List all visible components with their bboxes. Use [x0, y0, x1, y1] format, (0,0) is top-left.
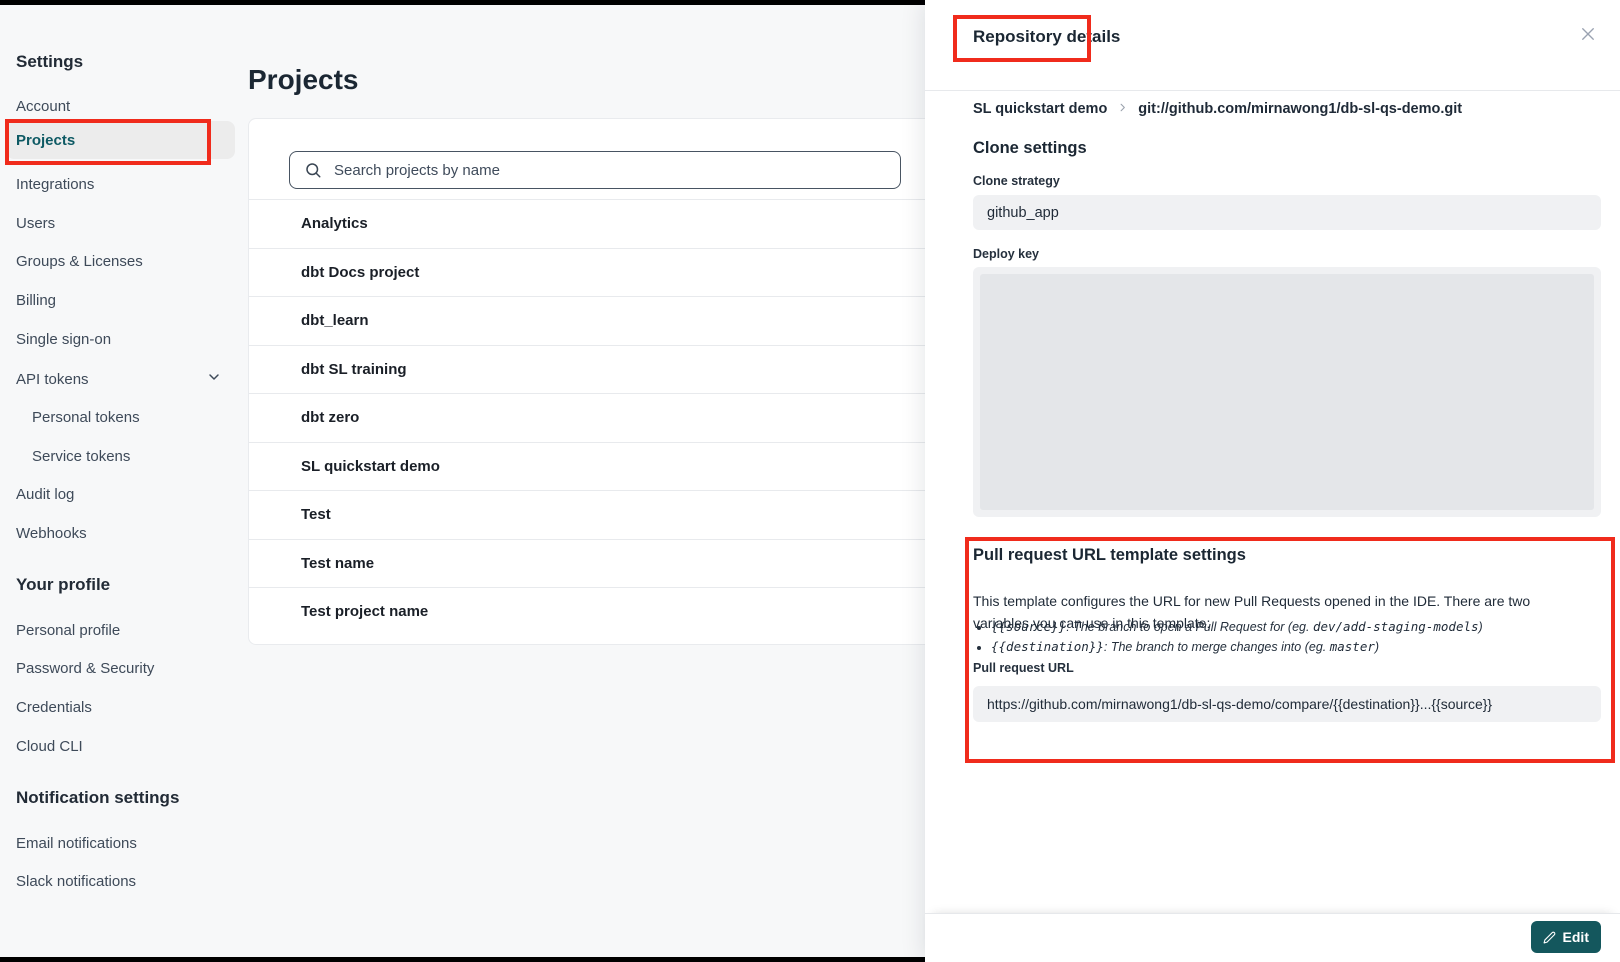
sidebar-item-projects[interactable]: Projects: [6, 121, 235, 159]
list-item-test[interactable]: Test: [249, 490, 939, 539]
pr-template-variables: {{source}}: The branch to open a Pull Re…: [973, 617, 1591, 657]
close-icon: [1579, 25, 1597, 43]
bullet-suffix: ): [1375, 640, 1379, 654]
panel-header-divider: [925, 90, 1620, 91]
list-item-test-project-name[interactable]: Test project name: [249, 587, 939, 636]
project-list: Analytics dbt Docs project dbt_learn dbt…: [249, 199, 939, 636]
edit-button-label: Edit: [1563, 929, 1589, 945]
sidebar-item-email-notifications[interactable]: Email notifications: [16, 835, 137, 852]
sidebar-item-webhooks[interactable]: Webhooks: [16, 525, 87, 542]
pr-template-heading: Pull request URL template settings: [973, 546, 1246, 565]
list-item-sl-quickstart-demo[interactable]: SL quickstart demo: [249, 442, 939, 491]
sidebar-item-api-tokens[interactable]: API tokens: [16, 369, 222, 390]
code-token: {{destination}}: [991, 639, 1104, 654]
panel-title: Repository details: [973, 27, 1120, 47]
sidebar-item-integrations[interactable]: Integrations: [16, 176, 94, 193]
pencil-icon: [1543, 931, 1556, 944]
code-token: {{source}}: [991, 619, 1066, 634]
sidebar-item-account[interactable]: Account: [16, 98, 70, 115]
sidebar-item-cloud-cli[interactable]: Cloud CLI: [16, 738, 83, 755]
sidebar-item-single-sign-on[interactable]: Single sign-on: [16, 331, 111, 348]
panel-footer: Edit: [925, 913, 1620, 962]
sidebar-item-slack-notifications[interactable]: Slack notifications: [16, 873, 136, 890]
pr-bullet-destination: {{destination}}: The branch to merge cha…: [991, 637, 1591, 657]
projects-card: Analytics dbt Docs project dbt_learn dbt…: [248, 118, 940, 645]
deploy-key-redacted-content: [980, 274, 1594, 510]
breadcrumb-project[interactable]: SL quickstart demo: [973, 101, 1107, 117]
sidebar-item-credentials[interactable]: Credentials: [16, 699, 92, 716]
list-item-dbt-zero[interactable]: dbt zero: [249, 393, 939, 442]
edit-button[interactable]: Edit: [1531, 921, 1601, 953]
clone-settings-heading: Clone settings: [973, 139, 1087, 158]
bullet-suffix: ): [1479, 620, 1483, 634]
clone-strategy-field: github_app: [973, 195, 1601, 230]
pr-url-field: https://github.com/mirnawong1/db-sl-qs-d…: [973, 686, 1601, 722]
sidebar-item-users[interactable]: Users: [16, 215, 55, 232]
search-icon: [304, 161, 322, 179]
sidebar-item-label: Projects: [16, 132, 75, 149]
project-search: [289, 151, 901, 189]
sidebar-item-label: API tokens: [16, 371, 89, 388]
pr-url-label: Pull request URL: [973, 661, 1074, 675]
sidebar-item-personal-profile[interactable]: Personal profile: [16, 622, 120, 639]
list-item-dbt-sl-training[interactable]: dbt SL training: [249, 345, 939, 394]
page-title: Projects: [248, 64, 359, 96]
list-item-dbt-learn[interactable]: dbt_learn: [249, 296, 939, 345]
deploy-key-label: Deploy key: [973, 247, 1039, 261]
sidebar-item-billing[interactable]: Billing: [16, 292, 56, 309]
breadcrumb-chevron-icon: [1117, 101, 1128, 117]
sidebar-item-audit-log[interactable]: Audit log: [16, 486, 74, 503]
sidebar-heading-notification-settings: Notification settings: [16, 788, 179, 808]
sidebar-heading-your-profile: Your profile: [16, 575, 110, 595]
close-button[interactable]: [1576, 22, 1600, 46]
sidebar-item-password-security[interactable]: Password & Security: [16, 660, 154, 677]
deploy-key-field: [973, 267, 1601, 517]
bullet-text: : The branch to open a Pull Request for …: [1066, 620, 1313, 634]
chevron-down-icon: [206, 369, 222, 390]
search-input[interactable]: [332, 161, 900, 180]
bullet-text: : The branch to merge changes into (eg.: [1104, 640, 1330, 654]
breadcrumb-repo-url: git://github.com/mirnawong1/db-sl-qs-dem…: [1138, 101, 1462, 117]
list-item-test-name[interactable]: Test name: [249, 539, 939, 588]
code-example: master: [1330, 639, 1375, 654]
sidebar-item-personal-tokens[interactable]: Personal tokens: [32, 409, 140, 426]
clone-strategy-label: Clone strategy: [973, 174, 1060, 188]
code-example: dev/add-staging-models: [1313, 619, 1479, 634]
list-item-analytics[interactable]: Analytics: [249, 199, 939, 248]
sidebar-heading-settings: Settings: [16, 52, 83, 72]
pr-bullet-source: {{source}}: The branch to open a Pull Re…: [991, 617, 1591, 637]
list-item-dbt-docs-project[interactable]: dbt Docs project: [249, 248, 939, 297]
breadcrumb: SL quickstart demo git://github.com/mirn…: [973, 101, 1462, 117]
app-background: Settings Account Projects Integrations U…: [0, 5, 925, 957]
sidebar-item-groups-licenses[interactable]: Groups & Licenses: [16, 253, 143, 270]
sidebar-item-service-tokens[interactable]: Service tokens: [32, 448, 130, 465]
repository-details-panel: Repository details SL quickstart demo gi…: [925, 0, 1620, 962]
